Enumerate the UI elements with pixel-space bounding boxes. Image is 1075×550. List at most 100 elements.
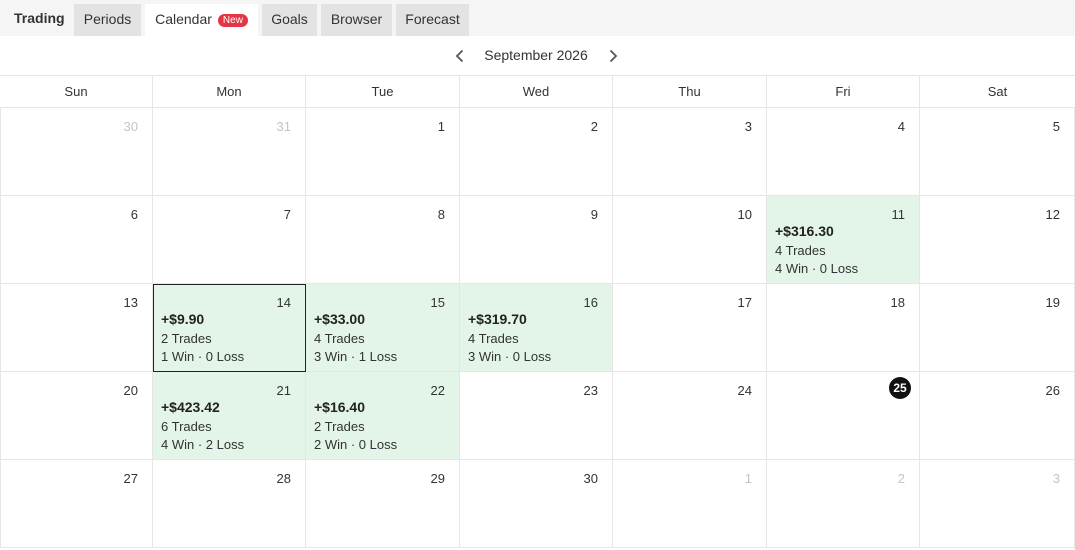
day-cell[interactable]: 19 bbox=[920, 284, 1075, 372]
calendar-grid: 30 31 1 2 3 4 5 6 7 8 9 10 11 +$316.30 4 Trades 4 Win ·… bbox=[0, 108, 1075, 548]
day-cell[interactable]: 28 bbox=[153, 460, 306, 548]
weekday-label: Wed bbox=[460, 76, 613, 108]
weekday-label: Sun bbox=[0, 76, 153, 108]
tab-label: Goals bbox=[271, 11, 308, 27]
day-trade-count: 4 Trades bbox=[314, 331, 365, 346]
day-number: 4 bbox=[897, 119, 905, 134]
day-cell[interactable]: 23 bbox=[460, 372, 613, 460]
day-number: 27 bbox=[123, 471, 138, 486]
day-pnl: +$316.30 bbox=[775, 223, 834, 239]
day-number: 2 bbox=[590, 119, 598, 134]
day-cell[interactable]: 16 +$319.70 4 Trades 3 Win · 0 Loss bbox=[460, 284, 613, 372]
weekday-label: Fri bbox=[767, 76, 920, 108]
tab-periods[interactable]: Periods bbox=[74, 4, 141, 36]
day-cell[interactable]: 8 bbox=[306, 196, 460, 284]
next-month-button[interactable] bbox=[603, 46, 623, 66]
day-cell[interactable]: 21 +$423.42 6 Trades 4 Win · 2 Loss bbox=[153, 372, 306, 460]
day-number: 16 bbox=[583, 295, 598, 310]
day-trade-count: 2 Trades bbox=[161, 331, 212, 346]
day-number: 31 bbox=[276, 119, 291, 134]
day-number: 15 bbox=[430, 295, 445, 310]
day-cell[interactable]: 29 bbox=[306, 460, 460, 548]
weekday-label: Mon bbox=[153, 76, 306, 108]
day-cell[interactable]: 26 bbox=[920, 372, 1075, 460]
day-number: 19 bbox=[1045, 295, 1060, 310]
tab-browser[interactable]: Browser bbox=[321, 4, 392, 36]
day-number: 28 bbox=[276, 471, 291, 486]
day-number: 23 bbox=[583, 383, 598, 398]
day-cell[interactable]: 18 bbox=[767, 284, 920, 372]
day-number: 17 bbox=[737, 295, 752, 310]
day-number: 11 bbox=[891, 207, 906, 222]
day-cell[interactable]: 13 bbox=[0, 284, 153, 372]
day-cell[interactable]: 5 bbox=[920, 108, 1075, 196]
weekday-label: Sat bbox=[987, 84, 1008, 99]
day-cell[interactable]: 2 bbox=[460, 108, 613, 196]
day-pnl: +$9.90 bbox=[161, 311, 205, 327]
month-navigation: September 2026 bbox=[0, 36, 1075, 76]
tab-goals[interactable]: Goals bbox=[262, 4, 317, 36]
day-cell[interactable]: 11 +$316.30 4 Trades 4 Win · 0 Loss bbox=[767, 196, 920, 284]
day-cell[interactable]: 17 bbox=[613, 284, 767, 372]
day-number: 10 bbox=[737, 207, 752, 222]
day-cell[interactable]: 10 bbox=[613, 196, 767, 284]
day-number: 9 bbox=[590, 207, 598, 222]
day-win-loss: 1 Win · 0 Loss bbox=[161, 349, 245, 364]
tab-forecast[interactable]: Forecast bbox=[396, 4, 469, 36]
day-win-loss: 3 Win · 0 Loss bbox=[468, 349, 552, 364]
day-trade-count: 4 Trades bbox=[775, 243, 826, 258]
day-number: 14 bbox=[276, 295, 291, 310]
day-cell[interactable]: 7 bbox=[153, 196, 306, 284]
day-pnl: +$423.42 bbox=[161, 399, 220, 415]
day-number: 22 bbox=[430, 383, 445, 398]
day-cell[interactable]: 30 bbox=[0, 108, 153, 196]
tab-label: Forecast bbox=[405, 11, 460, 27]
new-badge: New bbox=[217, 14, 248, 27]
day-cell[interactable]: 15 +$33.00 4 Trades 3 Win · 1 Loss bbox=[306, 284, 460, 372]
day-cell[interactable]: 25 bbox=[767, 372, 920, 460]
day-number: 1 bbox=[437, 119, 445, 134]
day-number: 30 bbox=[583, 471, 598, 486]
day-cell[interactable]: 3 bbox=[920, 460, 1075, 548]
day-number: 6 bbox=[130, 207, 138, 222]
day-cell[interactable]: 1 bbox=[306, 108, 460, 196]
weekday-label: Tue bbox=[306, 76, 460, 108]
tab-label: Calendar bbox=[155, 11, 212, 27]
day-cell[interactable]: 2 bbox=[767, 460, 920, 548]
day-win-loss: 4 Win · 0 Loss bbox=[775, 261, 859, 276]
day-cell[interactable]: 30 bbox=[460, 460, 613, 548]
day-cell[interactable]: 20 bbox=[0, 372, 153, 460]
day-cell[interactable]: 6 bbox=[0, 196, 153, 284]
day-cell[interactable]: 27 bbox=[0, 460, 153, 548]
month-title: September 2026 bbox=[484, 47, 588, 63]
day-number: 1 bbox=[744, 471, 752, 486]
prev-month-button[interactable] bbox=[450, 46, 470, 66]
day-number: 8 bbox=[437, 207, 445, 222]
day-number: 3 bbox=[1052, 471, 1060, 486]
today-day-number: 25 bbox=[889, 377, 911, 399]
day-cell[interactable]: 31 bbox=[153, 108, 306, 196]
day-cell[interactable]: 4 bbox=[767, 108, 920, 196]
day-cell[interactable]: 22 +$16.40 2 Trades 2 Win · 0 Loss bbox=[306, 372, 460, 460]
weekday-header: Sun Mon Tue Wed Thu Fri Sat bbox=[0, 75, 1075, 108]
day-cell[interactable]: 9 bbox=[460, 196, 613, 284]
day-win-loss: 3 Win · 1 Loss bbox=[314, 349, 398, 364]
tab-label: Browser bbox=[330, 11, 383, 27]
app-brand: Trading bbox=[14, 10, 65, 26]
day-cell[interactable]: 24 bbox=[613, 372, 767, 460]
tab-calendar[interactable]: Calendar New bbox=[145, 4, 258, 36]
tab-label: Periods bbox=[83, 11, 132, 27]
day-cell[interactable]: 1 bbox=[613, 460, 767, 548]
day-number: 26 bbox=[1045, 383, 1060, 398]
day-pnl: +$319.70 bbox=[468, 311, 527, 327]
day-pnl: +$16.40 bbox=[314, 399, 365, 415]
day-number: 5 bbox=[1052, 119, 1060, 134]
day-number: 24 bbox=[737, 383, 752, 398]
chevron-left-icon bbox=[455, 49, 464, 63]
day-trade-count: 2 Trades bbox=[314, 419, 365, 434]
day-number: 21 bbox=[276, 383, 291, 398]
day-cell[interactable]: 12 bbox=[920, 196, 1075, 284]
day-cell[interactable]: 3 bbox=[613, 108, 767, 196]
day-cell[interactable]: 14 +$9.90 2 Trades 1 Win · 0 Loss bbox=[153, 284, 306, 372]
day-trade-count: 6 Trades bbox=[161, 419, 212, 434]
